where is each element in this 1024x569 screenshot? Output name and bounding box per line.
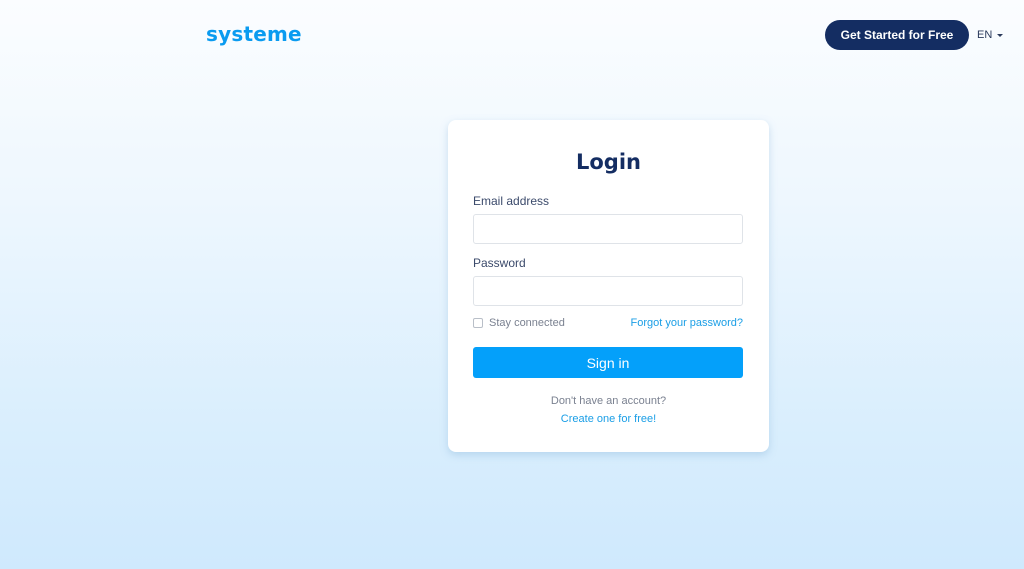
get-started-button[interactable]: Get Started for Free — [825, 20, 969, 50]
page-title: Login — [576, 150, 641, 174]
create-account-link[interactable]: Create one for free! — [448, 413, 769, 425]
stay-connected-label: Stay connected — [489, 317, 565, 329]
forgot-password-link[interactable]: Forgot your password? — [631, 317, 744, 329]
caret-down-icon — [997, 33, 1004, 37]
language-label: EN — [977, 29, 993, 41]
no-account-text: Don't have an account? — [550, 395, 667, 407]
login-card: Login Email address Password Stay connec… — [448, 120, 769, 452]
email-label: Email address — [473, 194, 550, 208]
language-selector[interactable]: EN — [977, 29, 1004, 41]
logo[interactable]: systeme — [206, 22, 302, 46]
sign-in-button[interactable]: Sign in — [473, 347, 743, 378]
stay-connected-checkbox[interactable] — [473, 318, 483, 328]
header: systeme Get Started for Free EN — [0, 0, 1024, 70]
stay-connected[interactable]: Stay connected — [473, 317, 565, 329]
password-label: Password — [473, 256, 526, 270]
email-field[interactable] — [473, 214, 743, 244]
password-field[interactable] — [473, 276, 743, 306]
